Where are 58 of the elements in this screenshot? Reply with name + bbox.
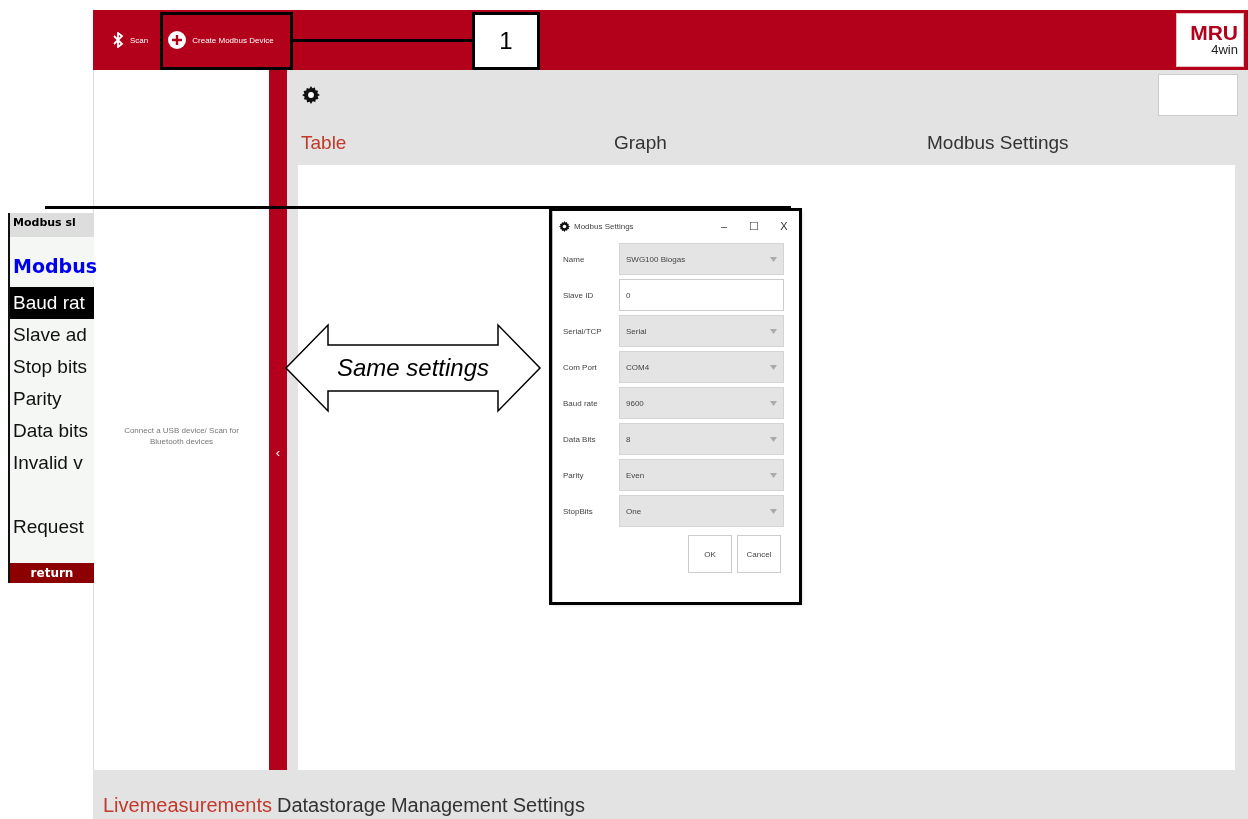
ok-button[interactable]: OK [688, 535, 732, 573]
input-field[interactable] [1158, 74, 1238, 116]
caret-icon [770, 472, 777, 478]
settings-icon [559, 220, 570, 232]
caret-icon [770, 508, 777, 514]
dropdown-field[interactable]: One [619, 495, 784, 527]
menu-item[interactable]: Request [10, 511, 94, 543]
menu-item[interactable]: Invalid v [10, 447, 94, 479]
tab[interactable]: Graph [611, 131, 924, 154]
dropdown-field[interactable]: Serial [619, 315, 784, 347]
bluetooth-icon [112, 32, 124, 48]
tab[interactable]: Modbus Settings [924, 131, 1235, 154]
close-button[interactable]: X [776, 219, 792, 233]
caret-icon [770, 256, 777, 262]
device-title: Modbus [12, 254, 94, 279]
field-label: Com Port [563, 362, 598, 372]
caret-icon [770, 328, 777, 334]
dropdown-field[interactable]: COM4 [619, 351, 784, 383]
field-label: Data Bits [563, 434, 597, 444]
create-device-button[interactable]: Create Modbus Device [164, 25, 278, 55]
dropdown-field[interactable]: 9600 [619, 387, 784, 419]
caret-icon [770, 364, 777, 370]
caret-icon [770, 436, 777, 442]
input-field[interactable]: 0 [619, 279, 784, 311]
maximize-button[interactable]: ☐ [746, 219, 762, 233]
menu-item[interactable]: Data bits [10, 415, 94, 447]
nav-tab[interactable]: Settings [512, 794, 585, 817]
dialog-title: Modbus Settings [574, 221, 634, 231]
menu-item[interactable]: Stop bits [10, 351, 94, 383]
field-label: Name [563, 254, 586, 264]
dropdown-field[interactable]: Even [619, 459, 784, 491]
arrow-label: Same settings [336, 354, 490, 382]
dropdown-field[interactable]: 8 [619, 423, 784, 455]
plus-circle-icon [168, 31, 187, 49]
minimize-button[interactable]: – [716, 219, 732, 233]
splitter-bar[interactable]: ‹ [269, 70, 287, 770]
connect-device-message: Connect a USB device/ Scan for Bluetooth devices [123, 425, 240, 447]
tab[interactable]: Table [298, 131, 611, 154]
field-label: Baud rate [563, 398, 599, 408]
app-logo: MRU 4win [1176, 13, 1244, 67]
field-label: Parity [563, 470, 585, 480]
dropdown-field[interactable]: SWG100 Biogas [619, 243, 784, 275]
nav-tab[interactable]: Datastorage [276, 794, 386, 817]
menu-item[interactable]: Parity [10, 383, 94, 415]
cancel-button[interactable]: Cancel [737, 535, 781, 573]
return-button[interactable]: return [10, 563, 94, 583]
field-label: StopBits [563, 506, 594, 516]
nav-tab[interactable]: Livemeasurements [103, 794, 272, 817]
nav-tab[interactable]: Management [390, 794, 508, 817]
settings-icon [302, 86, 320, 104]
device-header: Modbus sl [10, 213, 94, 237]
scan-button[interactable]: Scan [108, 25, 153, 55]
menu-item[interactable]: Slave ad [10, 319, 94, 351]
callout-number: 1 [472, 12, 540, 70]
field-label: Slave ID [563, 290, 595, 300]
field-label: Serial/TCP [563, 326, 603, 336]
menu-item[interactable]: Baud rat [10, 287, 94, 319]
caret-icon [770, 400, 777, 406]
